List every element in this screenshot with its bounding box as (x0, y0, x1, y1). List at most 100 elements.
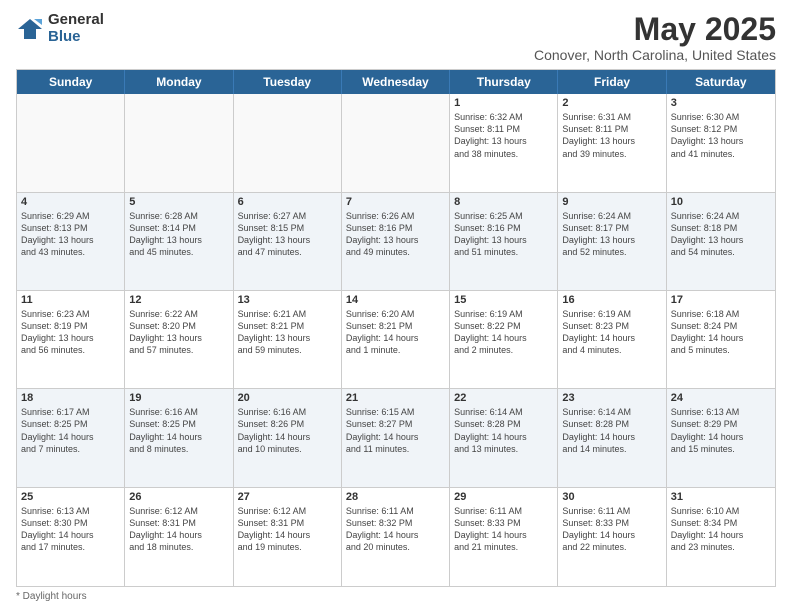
day-cell-15: 15Sunrise: 6:19 AM Sunset: 8:22 PM Dayli… (450, 291, 558, 388)
day-info: Sunrise: 6:12 AM Sunset: 8:31 PM Dayligh… (129, 505, 228, 554)
day-info: Sunrise: 6:32 AM Sunset: 8:11 PM Dayligh… (454, 111, 553, 160)
day-info: Sunrise: 6:17 AM Sunset: 8:25 PM Dayligh… (21, 406, 120, 455)
title-block: May 2025 Conover, North Carolina, United… (534, 12, 776, 63)
calendar-header-friday: Friday (558, 70, 666, 94)
day-cell-24: 24Sunrise: 6:13 AM Sunset: 8:29 PM Dayli… (667, 389, 775, 486)
day-number: 9 (562, 196, 661, 208)
calendar-header-sunday: Sunday (17, 70, 125, 94)
day-cell-25: 25 Sunrise: 6:13 AM Sunset: 8:30 PM Dayli… (17, 488, 125, 586)
day-info: Sunrise: 6:25 AM Sunset: 8:16 PM Dayligh… (454, 210, 553, 259)
calendar-header-thursday: Thursday (450, 70, 558, 94)
calendar-week-1: 1Sunrise: 6:32 AM Sunset: 8:11 PM Daylig… (17, 94, 775, 192)
footer-note: * Daylight hours (16, 591, 776, 602)
day-info: Sunrise: 6:21 AM Sunset: 8:21 PM Dayligh… (238, 308, 337, 357)
day-number: 25 (21, 491, 120, 503)
header: General Blue May 2025 Conover, North Car… (16, 12, 776, 63)
calendar-week-2: 4 Sunrise: 6:29 AM Sunset: 8:13 PM Daylig… (17, 193, 775, 291)
day-number: 11 (21, 294, 120, 306)
logo-blue-text: Blue (48, 29, 104, 46)
day-info: Sunrise: 6:20 AM Sunset: 8:21 PM Dayligh… (346, 308, 445, 357)
empty-cell (17, 94, 125, 191)
day-cell-6: 6 Sunrise: 6:27 AM Sunset: 8:15 PM Daylig… (234, 193, 342, 290)
day-info: Sunrise: 6:24 AM Sunset: 8:17 PM Dayligh… (562, 210, 661, 259)
day-number: 6 (238, 196, 337, 208)
day-info: Sunrise: 6:16 AM Sunset: 8:25 PM Dayligh… (129, 406, 228, 455)
day-info: Sunrise: 6:11 AM Sunset: 8:32 PM Dayligh… (346, 505, 445, 554)
day-cell-17: 17Sunrise: 6:18 AM Sunset: 8:24 PM Dayli… (667, 291, 775, 388)
day-cell-20: 20 Sunrise: 6:16 AM Sunset: 8:26 PM Dayli… (234, 389, 342, 486)
day-number: 29 (454, 491, 553, 503)
month-title: May 2025 (534, 12, 776, 47)
day-info: Sunrise: 6:10 AM Sunset: 8:34 PM Dayligh… (671, 505, 771, 554)
day-info: Sunrise: 6:16 AM Sunset: 8:26 PM Dayligh… (238, 406, 337, 455)
day-number: 10 (671, 196, 771, 208)
day-number: 31 (671, 491, 771, 503)
day-number: 22 (454, 392, 553, 404)
day-cell-29: 29 Sunrise: 6:11 AM Sunset: 8:33 PM Dayli… (450, 488, 558, 586)
day-number: 4 (21, 196, 120, 208)
day-cell-2: 2 Sunrise: 6:31 AM Sunset: 8:11 PM Daylig… (558, 94, 666, 191)
day-cell-11: 11Sunrise: 6:23 AM Sunset: 8:19 PM Dayli… (17, 291, 125, 388)
day-number: 23 (562, 392, 661, 404)
day-info: Sunrise: 6:19 AM Sunset: 8:23 PM Dayligh… (562, 308, 661, 357)
day-number: 7 (346, 196, 445, 208)
calendar-header-tuesday: Tuesday (234, 70, 342, 94)
day-info: Sunrise: 6:13 AM Sunset: 8:29 PM Dayligh… (671, 406, 771, 455)
day-number: 18 (21, 392, 120, 404)
day-cell-26: 26 Sunrise: 6:12 AM Sunset: 8:31 PM Dayli… (125, 488, 233, 586)
calendar-header-wednesday: Wednesday (342, 70, 450, 94)
day-info: Sunrise: 6:31 AM Sunset: 8:11 PM Dayligh… (562, 111, 661, 160)
day-info: Sunrise: 6:28 AM Sunset: 8:14 PM Dayligh… (129, 210, 228, 259)
day-number: 14 (346, 294, 445, 306)
calendar-week-4: 18 Sunrise: 6:17 AM Sunset: 8:25 PM Dayli… (17, 389, 775, 487)
day-cell-16: 16 Sunrise: 6:19 AM Sunset: 8:23 PM Dayli… (558, 291, 666, 388)
day-cell-27: 27Sunrise: 6:12 AM Sunset: 8:31 PM Dayli… (234, 488, 342, 586)
day-cell-31: 31 Sunrise: 6:10 AM Sunset: 8:34 PM Dayli… (667, 488, 775, 586)
day-cell-5: 5Sunrise: 6:28 AM Sunset: 8:14 PM Daylig… (125, 193, 233, 290)
day-cell-18: 18 Sunrise: 6:17 AM Sunset: 8:25 PM Dayli… (17, 389, 125, 486)
daylight-hours-label: Daylight hours (23, 591, 87, 602)
day-info: Sunrise: 6:13 AM Sunset: 8:30 PM Dayligh… (21, 505, 120, 554)
day-info: Sunrise: 6:11 AM Sunset: 8:33 PM Dayligh… (454, 505, 553, 554)
day-info: Sunrise: 6:27 AM Sunset: 8:15 PM Dayligh… (238, 210, 337, 259)
day-number: 3 (671, 97, 771, 109)
day-number: 15 (454, 294, 553, 306)
calendar-header-monday: Monday (125, 70, 233, 94)
day-number: 26 (129, 491, 228, 503)
day-number: 13 (238, 294, 337, 306)
day-info: Sunrise: 6:29 AM Sunset: 8:13 PM Dayligh… (21, 210, 120, 259)
day-cell-21: 21 Sunrise: 6:15 AM Sunset: 8:27 PM Dayli… (342, 389, 450, 486)
day-number: 27 (238, 491, 337, 503)
day-info: Sunrise: 6:30 AM Sunset: 8:12 PM Dayligh… (671, 111, 771, 160)
empty-cell (342, 94, 450, 191)
day-cell-13: 13 Sunrise: 6:21 AM Sunset: 8:21 PM Dayli… (234, 291, 342, 388)
day-info: Sunrise: 6:11 AM Sunset: 8:33 PM Dayligh… (562, 505, 661, 554)
day-cell-23: 23 Sunrise: 6:14 AM Sunset: 8:28 PM Dayli… (558, 389, 666, 486)
day-number: 28 (346, 491, 445, 503)
day-cell-7: 7 Sunrise: 6:26 AM Sunset: 8:16 PM Daylig… (342, 193, 450, 290)
day-cell-9: 9 Sunrise: 6:24 AM Sunset: 8:17 PM Daylig… (558, 193, 666, 290)
day-number: 8 (454, 196, 553, 208)
day-cell-22: 22Sunrise: 6:14 AM Sunset: 8:28 PM Dayli… (450, 389, 558, 486)
day-info: Sunrise: 6:26 AM Sunset: 8:16 PM Dayligh… (346, 210, 445, 259)
day-info: Sunrise: 6:18 AM Sunset: 8:24 PM Dayligh… (671, 308, 771, 357)
day-cell-10: 10 Sunrise: 6:24 AM Sunset: 8:18 PM Dayli… (667, 193, 775, 290)
logo-general-text: General (48, 12, 104, 29)
empty-cell (234, 94, 342, 191)
day-cell-3: 3 Sunrise: 6:30 AM Sunset: 8:12 PM Daylig… (667, 94, 775, 191)
empty-cell (125, 94, 233, 191)
day-cell-8: 8 Sunrise: 6:25 AM Sunset: 8:16 PM Daylig… (450, 193, 558, 290)
day-number: 30 (562, 491, 661, 503)
day-cell-1: 1Sunrise: 6:32 AM Sunset: 8:11 PM Daylig… (450, 94, 558, 191)
day-number: 2 (562, 97, 661, 109)
day-info: Sunrise: 6:14 AM Sunset: 8:28 PM Dayligh… (562, 406, 661, 455)
day-info: Sunrise: 6:24 AM Sunset: 8:18 PM Dayligh… (671, 210, 771, 259)
day-number: 21 (346, 392, 445, 404)
day-info: Sunrise: 6:22 AM Sunset: 8:20 PM Dayligh… (129, 308, 228, 357)
day-number: 20 (238, 392, 337, 404)
day-number: 16 (562, 294, 661, 306)
day-info: Sunrise: 6:15 AM Sunset: 8:27 PM Dayligh… (346, 406, 445, 455)
calendar-week-3: 11Sunrise: 6:23 AM Sunset: 8:19 PM Dayli… (17, 291, 775, 389)
calendar-header-row: SundayMondayTuesdayWednesdayThursdayFrid… (17, 70, 775, 94)
day-cell-28: 28 Sunrise: 6:11 AM Sunset: 8:32 PM Dayli… (342, 488, 450, 586)
